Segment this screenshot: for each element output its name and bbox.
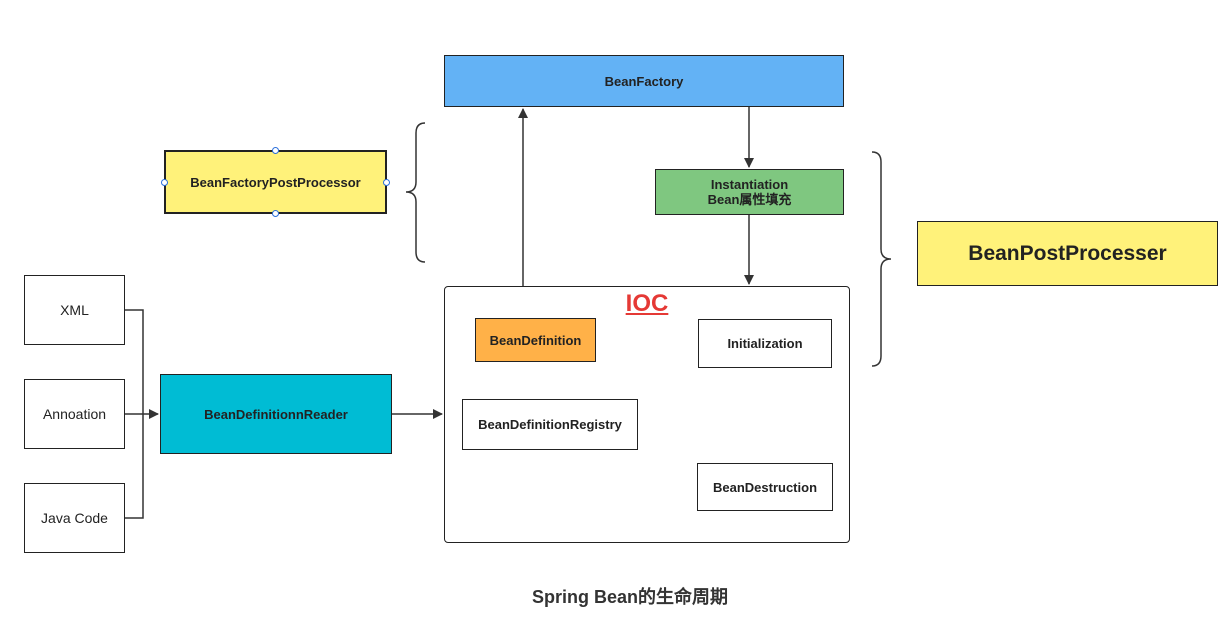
connector-xml <box>125 309 144 414</box>
xml-node[interactable]: XML <box>24 275 125 345</box>
instantiation-label-line1: Instantiation <box>710 177 789 192</box>
beandefinition-node[interactable]: BeanDefinition <box>475 318 596 362</box>
selection-handle-right[interactable] <box>383 179 390 186</box>
selection-handle-bottom[interactable] <box>272 210 279 217</box>
selection-handle-left[interactable] <box>161 179 168 186</box>
beandefinitionreader-label: BeanDefinitionnReader <box>204 406 348 422</box>
instantiation-label-line2: Bean属性填充 <box>707 192 792 207</box>
beanpostprocesser-node[interactable]: BeanPostProcesser <box>917 221 1218 286</box>
beandestruction-node[interactable]: BeanDestruction <box>697 463 833 511</box>
beanfactory-label: BeanFactory <box>604 73 684 89</box>
beandefinitionregistry-label: BeanDefinitionRegistry <box>478 417 622 432</box>
java-code-node[interactable]: Java Code <box>24 483 125 553</box>
brace-right <box>871 151 892 367</box>
ioc-title: IOC <box>625 290 669 317</box>
beandestruction-label: BeanDestruction <box>712 479 818 495</box>
selection-handle-top[interactable] <box>272 147 279 154</box>
brace-left <box>405 122 426 263</box>
beanfactorypostprocessor-label: BeanFactoryPostProcessor <box>190 174 361 190</box>
beandefinitionregistry-node[interactable]: BeanDefinitionRegistry <box>462 399 638 450</box>
beanfactory-node[interactable]: BeanFactory <box>444 55 844 107</box>
annoation-node[interactable]: Annoation <box>24 379 125 449</box>
beandefinition-label: BeanDefinition <box>489 332 582 348</box>
java-code-label: Java Code <box>41 510 108 526</box>
connector-java <box>125 414 144 519</box>
beanfactorypostprocessor-node[interactable]: BeanFactoryPostProcessor <box>164 150 387 214</box>
beandefinitionreader-node[interactable]: BeanDefinitionnReader <box>160 374 392 454</box>
xml-label: XML <box>60 302 89 318</box>
instantiation-node[interactable]: Instantiation Bean属性填充 <box>655 169 844 215</box>
diagram-caption: Spring Bean的生命周期 <box>531 587 728 607</box>
initialization-label: Initialization <box>727 336 803 351</box>
annoation-label: Annoation <box>42 406 107 422</box>
initialization-node[interactable]: Initialization <box>698 319 832 368</box>
beanpostprocesser-label: BeanPostProcesser <box>968 241 1167 265</box>
